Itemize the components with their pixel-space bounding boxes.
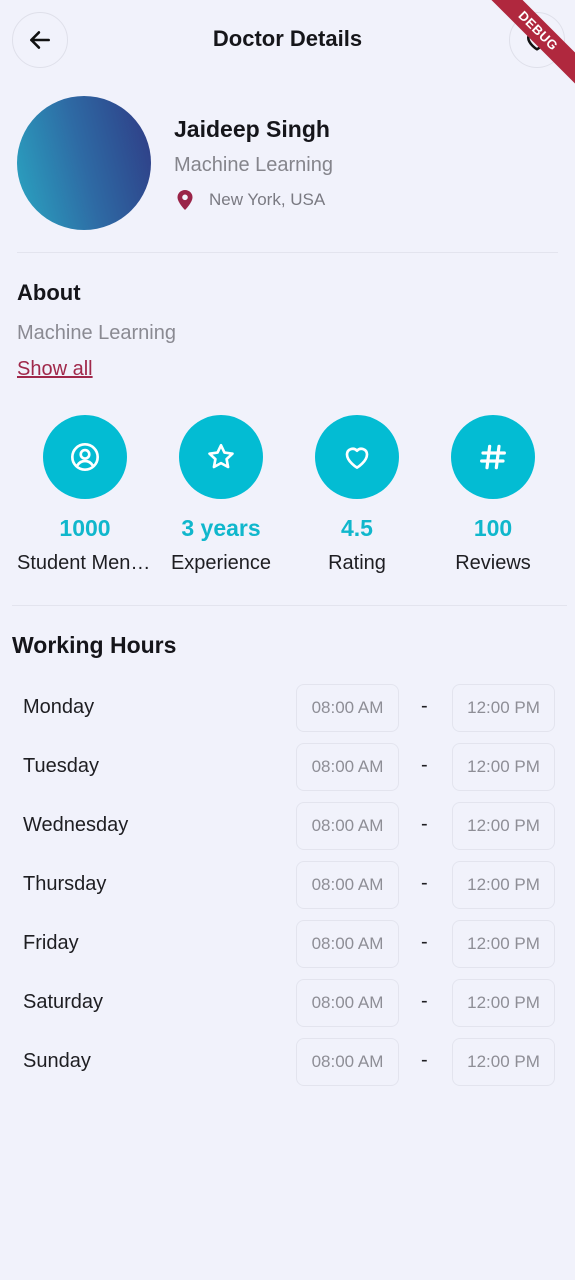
day-label: Sunday <box>23 1050 91 1072</box>
working-hours-row: Monday 08:00 AM - 12:00 PM <box>0 684 575 732</box>
start-time-field[interactable]: 08:00 AM <box>296 979 399 1027</box>
end-time-field[interactable]: 12:00 PM <box>452 684 555 732</box>
working-hours-row: Sunday 08:00 AM - 12:00 PM <box>0 1038 575 1086</box>
time-separator: - <box>421 1049 428 1071</box>
end-time-field[interactable]: 12:00 PM <box>452 979 555 1027</box>
working-hours-heading: Working Hours <box>12 632 177 658</box>
stat-value: 4.5 <box>341 515 373 541</box>
time-separator: - <box>421 872 428 894</box>
location-pin-icon <box>177 190 193 210</box>
location-text: New York, USA <box>209 190 326 209</box>
doctor-name: Jaideep Singh <box>174 116 330 142</box>
working-hours-row: Wednesday 08:00 AM - 12:00 PM <box>0 802 575 850</box>
end-time-field[interactable]: 12:00 PM <box>452 1038 555 1086</box>
location-row: New York, USA <box>174 190 325 210</box>
day-label: Thursday <box>23 873 107 895</box>
app-bar: Doctor Details DEBUG <box>0 0 575 92</box>
avatar <box>17 96 151 230</box>
star-icon <box>208 443 234 469</box>
stat-icon-circle <box>315 415 399 499</box>
start-time-field[interactable]: 08:00 AM <box>296 684 399 732</box>
stat-icon-circle <box>451 415 535 499</box>
start-time-field[interactable]: 08:00 AM <box>296 743 399 791</box>
time-separator: - <box>421 813 428 835</box>
stat-students: 1000 Student Mentored <box>17 415 153 575</box>
stat-value: 100 <box>473 515 513 541</box>
day-label: Saturday <box>23 991 104 1013</box>
day-label: Monday <box>23 696 95 718</box>
end-time-field[interactable]: 12:00 PM <box>452 743 555 791</box>
doctor-specialty: Machine Learning <box>174 154 333 176</box>
page-title: Doctor Details <box>212 26 363 51</box>
time-separator: - <box>421 990 428 1012</box>
about-heading: About <box>17 280 81 305</box>
day-label: Tuesday <box>23 755 99 777</box>
stat-value: 3 years <box>181 515 261 541</box>
divider <box>12 605 567 606</box>
stat-reviews: 100 Reviews <box>425 415 561 575</box>
end-time-field[interactable]: 12:00 PM <box>452 802 555 850</box>
stat-icon-circle <box>43 415 127 499</box>
hash-icon <box>480 444 506 470</box>
start-time-field[interactable]: 08:00 AM <box>296 861 399 909</box>
start-time-field[interactable]: 08:00 AM <box>296 802 399 850</box>
user-circle-icon <box>71 443 99 471</box>
stat-experience: 3 years Experience <box>153 415 289 575</box>
time-separator: - <box>421 754 428 776</box>
stat-rating: 4.5 Rating <box>289 415 425 575</box>
stat-icon-circle <box>179 415 263 499</box>
time-separator: - <box>421 931 428 953</box>
start-time-field[interactable]: 08:00 AM <box>296 1038 399 1086</box>
stat-label: Student Mentored <box>17 552 153 574</box>
working-hours-row: Thursday 08:00 AM - 12:00 PM <box>0 861 575 909</box>
doctor-details-screen: Doctor Details DEBUG Jaideep Singh Machi… <box>0 0 575 1280</box>
end-time-field[interactable]: 12:00 PM <box>452 920 555 968</box>
working-hours-row: Friday 08:00 AM - 12:00 PM <box>0 920 575 968</box>
day-label: Wednesday <box>23 814 129 836</box>
time-separator: - <box>421 695 428 717</box>
stat-label: Reviews <box>455 552 531 574</box>
about-text: Machine Learning <box>17 322 176 344</box>
stat-label: Experience <box>170 552 272 574</box>
working-hours-row: Tuesday 08:00 AM - 12:00 PM <box>0 743 575 791</box>
heart-icon <box>345 447 369 469</box>
start-time-field[interactable]: 08:00 AM <box>296 920 399 968</box>
end-time-field[interactable]: 12:00 PM <box>452 861 555 909</box>
stat-label: Rating <box>328 552 386 574</box>
day-label: Friday <box>23 932 79 954</box>
show-all-link[interactable]: Show all <box>17 358 93 381</box>
stat-value: 1000 <box>59 515 111 541</box>
working-hours-row: Saturday 08:00 AM - 12:00 PM <box>0 979 575 1027</box>
divider <box>17 252 558 253</box>
